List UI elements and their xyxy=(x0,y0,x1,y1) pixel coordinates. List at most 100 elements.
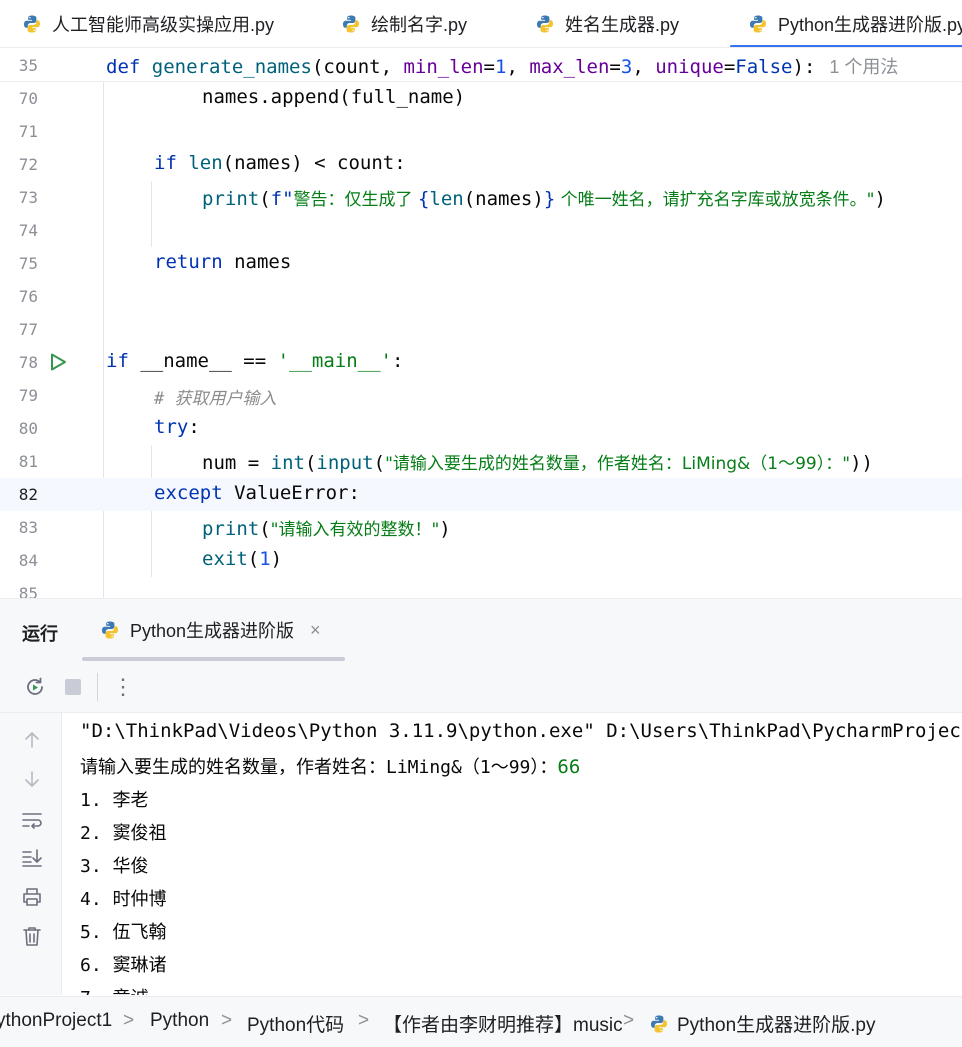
console-result-line: 6. 窦琳诸 xyxy=(80,955,167,976)
usages-inlay-hint[interactable]: 1 个用法 xyxy=(829,57,898,77)
breadcrumb-project[interactable]: ythonProject1 xyxy=(0,1010,112,1032)
console-prompt: 请输入要生成的姓名数量，作者姓名：LiMing&（1～99）： xyxy=(80,757,558,778)
soft-wrap-button[interactable] xyxy=(19,807,45,833)
tab-draw-name[interactable]: 绘制名字.py xyxy=(341,0,468,47)
breadcrumb-python[interactable]: Python xyxy=(150,1010,209,1032)
code-line: 81 num = int(input("请输入要生成的姓名数量，作者姓名：LiM… xyxy=(0,445,962,478)
console-result-line: 4. 时仲博 xyxy=(80,889,167,910)
code-line: 35 def generate_names(count, min_len=1, … xyxy=(0,49,962,82)
code-line: 72 if len(names) < count: xyxy=(0,148,962,181)
code-text: return names xyxy=(154,251,292,273)
code-text: def generate_names(count, min_len=1, max… xyxy=(106,56,899,78)
scroll-to-end-button[interactable] xyxy=(19,845,45,871)
tab-label: Python生成器进阶版.py xyxy=(778,15,962,35)
code-line: 70 names.append(full_name) xyxy=(0,82,962,115)
scroll-down-button[interactable] xyxy=(19,766,45,792)
python-file-icon xyxy=(100,620,120,640)
code-line: 71 xyxy=(0,115,962,148)
line-number: 77 xyxy=(18,320,38,339)
run-gutter-icon[interactable] xyxy=(47,351,69,373)
line-number: 83 xyxy=(18,518,38,537)
editor-tab-bar: 人工智能师高级实操应用.py 绘制名字.py 姓名生成器.py Python生成… xyxy=(0,0,962,48)
console-result-line: 5. 伍飞翰 xyxy=(80,922,167,943)
run-toolbar: ⋮ xyxy=(0,661,962,713)
python-file-icon xyxy=(748,14,768,34)
rerun-icon xyxy=(27,677,43,695)
run-tool-window-title: 运行 xyxy=(22,624,58,644)
printer-icon xyxy=(23,888,41,906)
breadcrumb-file[interactable]: Python生成器进阶版.py xyxy=(649,1010,876,1037)
toolbar-separator xyxy=(97,673,98,701)
breadcrumb-music[interactable]: 【作者由李财明推荐】music xyxy=(383,1010,623,1037)
code-line: 84 exit(1) xyxy=(0,544,962,577)
code-line: 74 xyxy=(0,214,962,247)
line-number: 73 xyxy=(18,188,38,207)
arrow-up-icon xyxy=(25,732,39,748)
console-result-line: 2. 窦俊祖 xyxy=(80,823,167,844)
line-number: 82 xyxy=(18,485,38,504)
python-file-icon xyxy=(341,14,361,34)
code-line: 73 print(f"警告：仅生成了 {len(names)} 个唯一姓名，请扩… xyxy=(0,181,962,214)
breadcrumb-separator: > xyxy=(358,1010,370,1031)
code-line: 76 xyxy=(0,280,962,313)
more-options-button[interactable]: ⋮ xyxy=(110,674,136,700)
code-text: if len(names) < count: xyxy=(154,152,406,174)
line-number: 71 xyxy=(18,122,38,141)
rerun-button[interactable] xyxy=(22,674,48,700)
breadcrumb-separator: > xyxy=(221,1010,233,1031)
run-tab-label: Python生成器进阶版 xyxy=(130,621,295,641)
scroll-up-button[interactable] xyxy=(19,727,45,753)
tab-label: 绘制名字.py xyxy=(371,15,468,35)
line-number: 79 xyxy=(18,386,38,405)
code-editor[interactable]: 35 def generate_names(count, min_len=1, … xyxy=(0,49,962,598)
line-number: 84 xyxy=(18,551,38,570)
code-line: 75 return names xyxy=(0,247,962,280)
scroll-to-end-icon xyxy=(22,849,42,867)
code-text: except ValueError: xyxy=(154,482,360,504)
code-text: num = int(input("请输入要生成的姓名数量，作者姓名：LiMing… xyxy=(202,452,873,474)
more-vertical-icon: ⋮ xyxy=(112,674,134,699)
run-tool-window-header: 运行 Python生成器进阶版 × xyxy=(0,598,962,661)
console-prompt-line: 请输入要生成的姓名数量，作者姓名：LiMing&（1～99）：66 xyxy=(80,753,580,779)
code-text: names.append(full_name) xyxy=(202,86,466,108)
run-config-tab[interactable]: Python生成器进阶版 × xyxy=(100,617,321,643)
line-number: 85 xyxy=(18,584,38,598)
code-line: 85 xyxy=(0,577,962,598)
clear-console-button[interactable] xyxy=(19,923,45,949)
code-text: print(f"警告：仅生成了 {len(names)} 个唯一姓名，请扩充名字… xyxy=(202,188,886,210)
code-line: 78 if __name__ == '__main__': xyxy=(0,346,962,379)
tab-label: 人工智能师高级实操应用.py xyxy=(52,15,275,35)
line-number: 75 xyxy=(18,254,38,273)
console-command-line: "D:\ThinkPad\Videos\Python 3.11.9\python… xyxy=(80,720,962,742)
console-side-toolbar xyxy=(0,713,62,995)
breadcrumb-separator: > xyxy=(123,1010,135,1031)
navigation-breadcrumb: ythonProject1 > Python > Python代码 > 【作者由… xyxy=(0,996,962,1047)
line-number: 76 xyxy=(18,287,38,306)
code-text: print("请输入有效的整数！") xyxy=(202,518,451,540)
console-user-input: 66 xyxy=(557,756,581,778)
code-line: 83 print("请输入有效的整数！") xyxy=(0,511,962,544)
breadcrumb-python-code[interactable]: Python代码 xyxy=(247,1010,344,1037)
arrow-down-icon xyxy=(25,771,39,787)
tab-python-generator-advanced[interactable]: Python生成器进阶版.py xyxy=(729,0,962,47)
code-line: 79 # 获取用户输入 xyxy=(0,379,962,412)
close-icon[interactable]: × xyxy=(310,620,321,641)
line-number: 80 xyxy=(18,419,38,438)
line-number: 74 xyxy=(18,221,38,240)
tab-name-generator[interactable]: 姓名生成器.py xyxy=(535,0,679,47)
stop-icon xyxy=(65,679,81,695)
line-number: 78 xyxy=(18,353,38,372)
console-output[interactable]: "D:\ThinkPad\Videos\Python 3.11.9\python… xyxy=(63,713,962,995)
stop-button[interactable] xyxy=(60,674,86,700)
code-line: 77 xyxy=(0,313,962,346)
tab-ai-practical[interactable]: 人工智能师高级实操应用.py xyxy=(22,0,275,47)
python-file-icon xyxy=(649,1014,669,1034)
line-number: 35 xyxy=(18,56,38,75)
code-text: if __name__ == '__main__': xyxy=(106,350,404,372)
code-text: try: xyxy=(154,416,200,438)
python-file-icon xyxy=(22,14,42,34)
print-button[interactable] xyxy=(19,884,45,910)
soft-wrap-icon xyxy=(22,813,42,829)
console-result-line: 1. 李老 xyxy=(80,790,149,811)
python-file-icon xyxy=(535,14,555,34)
